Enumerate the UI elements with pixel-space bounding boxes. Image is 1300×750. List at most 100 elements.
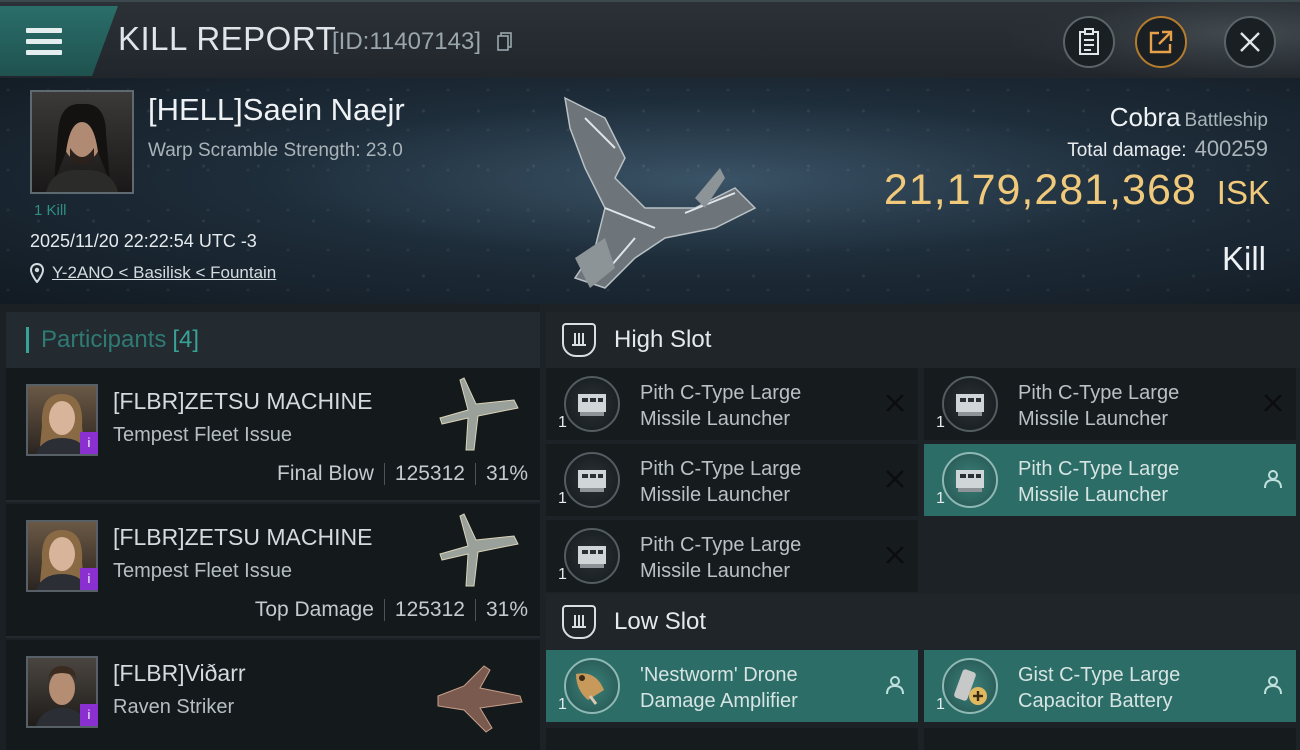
module-quantity: 1 xyxy=(936,696,945,713)
page-title: KILL REPORT xyxy=(118,20,337,57)
total-damage-label: Total damage: xyxy=(1067,140,1187,161)
participant-ship-image xyxy=(439,377,519,451)
close-button[interactable] xyxy=(1224,16,1276,68)
module-name: 'Nestworm' Drone Damage Amplifier xyxy=(640,664,798,712)
module-item[interactable]: 1 Gist C-Type Large Capacitor Battery xyxy=(924,650,1296,722)
participant-row[interactable]: i [FLBR]ZETSU MACHINE Tempest Fleet Issu… xyxy=(6,504,540,638)
participant-ship-image xyxy=(439,513,519,587)
isk-value-line: 21,179,281,368 ISK xyxy=(884,166,1270,215)
dropped-person-icon xyxy=(1264,676,1282,695)
module-name: Pith C-Type Large Missile Launcher xyxy=(1018,382,1180,430)
fitting-panel: High Slot 1 Pith C-Type Large Missile Lau… xyxy=(540,304,1300,750)
ship-name-line: Cobra Battleship xyxy=(1110,102,1268,133)
dropped-person-icon xyxy=(1264,470,1282,489)
module-name: Pith C-Type Large Missile Launcher xyxy=(640,382,802,430)
high-slot-icon xyxy=(562,323,596,357)
menu-button[interactable] xyxy=(0,6,118,76)
portrait-figure xyxy=(46,103,118,192)
module-item-partial[interactable] xyxy=(924,728,1296,750)
high-slot-title: High Slot xyxy=(614,326,712,353)
participant-percent: 31% xyxy=(485,462,528,485)
report-id: [ID:11407143] xyxy=(332,28,482,55)
module-item[interactable]: 1 Pith C-Type Large Missile Launcher xyxy=(924,368,1296,440)
ship-name[interactable]: Cobra xyxy=(1110,102,1181,132)
module-item[interactable]: 1 Pith C-Type Large Missile Launcher xyxy=(546,520,918,592)
participants-count: [4] xyxy=(172,326,200,353)
isk-unit: ISK xyxy=(1216,174,1270,211)
high-slot-header: High Slot xyxy=(546,312,1300,368)
victim-summary: [HELL]Saein Naejr Warp Scramble Strength… xyxy=(0,78,1300,304)
participant-badge-icon: i xyxy=(80,704,98,726)
title-bar: KILL REPORT [ID:11407143] xyxy=(0,0,1300,80)
missile-launcher-icon xyxy=(564,452,620,508)
participant-damage: 125312 xyxy=(394,462,465,485)
participant-row[interactable]: i [FLBR]Viðarr Raven Striker xyxy=(6,640,540,750)
participant-row[interactable]: i [FLBR]ZETSU MACHINE Tempest Fleet Issu… xyxy=(6,368,540,502)
module-quantity: 1 xyxy=(558,696,567,713)
participant-name: [FLBR]ZETSU MACHINE xyxy=(113,388,373,414)
participant-role: Top Damage xyxy=(254,598,374,621)
module-item[interactable]: 1 Pith C-Type Large Missile Launcher xyxy=(546,444,918,516)
location-link[interactable]: Y-2ANO < Basilisk < Fountain xyxy=(52,263,276,283)
destroyed-icon xyxy=(886,470,904,488)
module-name: Pith C-Type Large Missile Launcher xyxy=(1018,458,1180,506)
missile-launcher-icon xyxy=(942,452,998,508)
close-icon xyxy=(1240,32,1260,52)
participants-header[interactable]: Participants [4] xyxy=(6,312,540,368)
destroyed-icon xyxy=(886,546,904,564)
capacitor-battery-icon xyxy=(942,658,998,714)
participant-damage: 125312 xyxy=(394,598,465,621)
hamburger-icon xyxy=(26,28,62,56)
share-button[interactable] xyxy=(1135,16,1187,68)
module-quantity: 1 xyxy=(558,566,567,583)
total-damage-line: Total damage: 400259 xyxy=(1067,136,1268,162)
clipboard-icon xyxy=(1079,28,1099,55)
victim-name[interactable]: [HELL]Saein Naejr xyxy=(148,92,405,128)
participants-panel: Participants [4] i [FLBR]ZETSU MACHINE T… xyxy=(0,304,540,750)
module-quantity: 1 xyxy=(558,414,567,431)
copy-icon[interactable] xyxy=(497,32,513,52)
missile-launcher-icon xyxy=(564,376,620,432)
dropped-person-icon xyxy=(886,676,904,695)
external-link-icon xyxy=(1149,30,1173,54)
isk-value: 21,179,281,368 xyxy=(883,166,1197,214)
missile-launcher-icon xyxy=(564,528,620,584)
kill-result: Kill xyxy=(1221,240,1266,277)
header-accent-bar xyxy=(26,327,29,353)
low-slot-title: Low Slot xyxy=(614,608,707,635)
warp-scramble-strength: Warp Scramble Strength: 23.0 xyxy=(148,140,403,161)
module-quantity: 1 xyxy=(936,490,945,507)
module-item[interactable]: 1 'Nestworm' Drone Damage Amplifier xyxy=(546,650,918,722)
participant-role: Final Blow xyxy=(277,462,374,485)
ship-image xyxy=(564,96,757,289)
participant-stats: Final Blow 125312 31% xyxy=(277,462,528,486)
participant-ship-image xyxy=(437,665,523,733)
location[interactable]: Y-2ANO < Basilisk < Fountain xyxy=(30,263,276,283)
participant-percent: 31% xyxy=(485,598,528,621)
participant-name: [FLBR]ZETSU MACHINE xyxy=(113,524,373,550)
module-name: Pith C-Type Large Missile Launcher xyxy=(640,534,802,582)
kill-count: 1 Kill xyxy=(34,202,67,219)
destroyed-icon xyxy=(1264,394,1282,412)
participant-badge-icon: i xyxy=(80,568,98,590)
destroyed-icon xyxy=(886,394,904,412)
ship-class: Battleship xyxy=(1184,110,1268,131)
victim-avatar[interactable] xyxy=(30,90,134,194)
module-quantity: 1 xyxy=(558,490,567,507)
module-item[interactable]: 1 Pith C-Type Large Missile Launcher xyxy=(924,444,1296,516)
participant-ship: Raven Striker xyxy=(113,696,235,718)
participant-ship: Tempest Fleet Issue xyxy=(113,560,292,582)
total-damage-value: 400259 xyxy=(1194,136,1268,161)
module-item-partial[interactable] xyxy=(546,728,918,750)
module-name: Pith C-Type Large Missile Launcher xyxy=(640,458,802,506)
participant-stats: Top Damage 125312 31% xyxy=(255,598,528,622)
module-item[interactable]: 1 Pith C-Type Large Missile Launcher xyxy=(546,368,918,440)
module-name: Gist C-Type Large Capacitor Battery xyxy=(1018,664,1181,712)
location-pin-icon xyxy=(30,263,44,283)
low-slot-icon xyxy=(562,605,596,639)
kill-datetime: 2025/11/20 22:22:54 UTC -3 xyxy=(30,231,257,251)
missile-launcher-icon xyxy=(942,376,998,432)
module-quantity: 1 xyxy=(936,414,945,431)
participant-ship: Tempest Fleet Issue xyxy=(113,424,292,446)
clipboard-button[interactable] xyxy=(1063,16,1115,68)
